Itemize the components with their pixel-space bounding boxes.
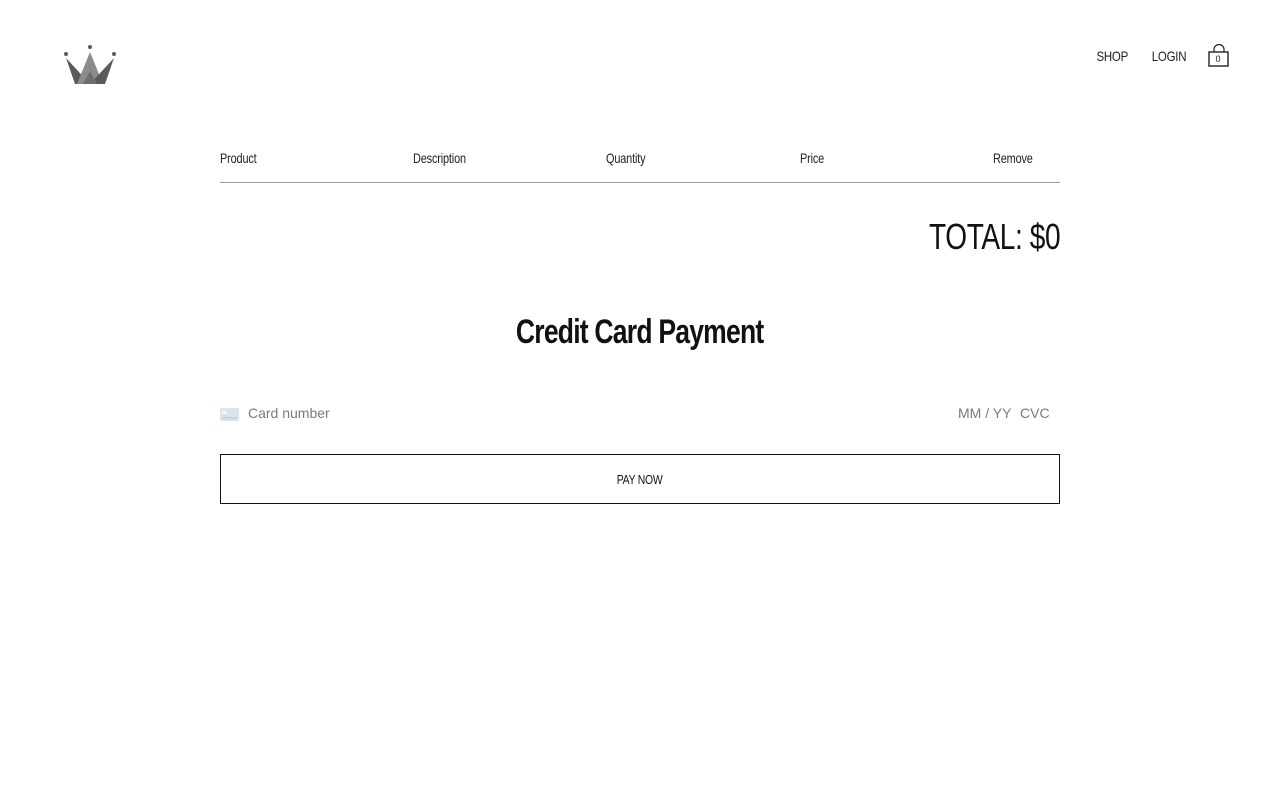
column-header-remove: Remove xyxy=(993,150,1033,166)
pay-now-label: PAY NOW xyxy=(617,471,663,487)
cart-table-header: Product Description Quantity Price Remov… xyxy=(220,150,1060,183)
card-expiry-input[interactable] xyxy=(958,405,1014,421)
cart-count-badge: 0 xyxy=(1215,54,1221,64)
nav-login-link[interactable]: LOGIN xyxy=(1152,48,1187,64)
column-header-price: Price xyxy=(800,150,825,166)
credit-card-icon xyxy=(220,408,239,421)
checkout-page: SHOP LOGIN 0 Product Description Quantit… xyxy=(0,0,1280,800)
column-header-quantity: Quantity xyxy=(606,150,646,166)
nav-shop-link[interactable]: SHOP xyxy=(1097,48,1129,64)
cart-total: TOTAL: $0 xyxy=(928,216,1061,257)
payment-title: Credit Card Payment xyxy=(0,313,1280,352)
column-header-product: Product xyxy=(220,150,257,166)
top-nav: SHOP LOGIN 0 xyxy=(1093,44,1230,68)
cart-button[interactable]: 0 xyxy=(1208,44,1230,68)
pay-now-button[interactable]: PAY NOW xyxy=(220,454,1060,504)
card-input-row xyxy=(220,403,1060,427)
column-header-description: Description xyxy=(413,150,466,166)
card-cvc-input[interactable] xyxy=(1020,405,1056,421)
payment-title-text: Credit Card Payment xyxy=(516,313,764,351)
crown-icon[interactable] xyxy=(63,43,117,87)
card-number-input[interactable] xyxy=(248,405,848,421)
